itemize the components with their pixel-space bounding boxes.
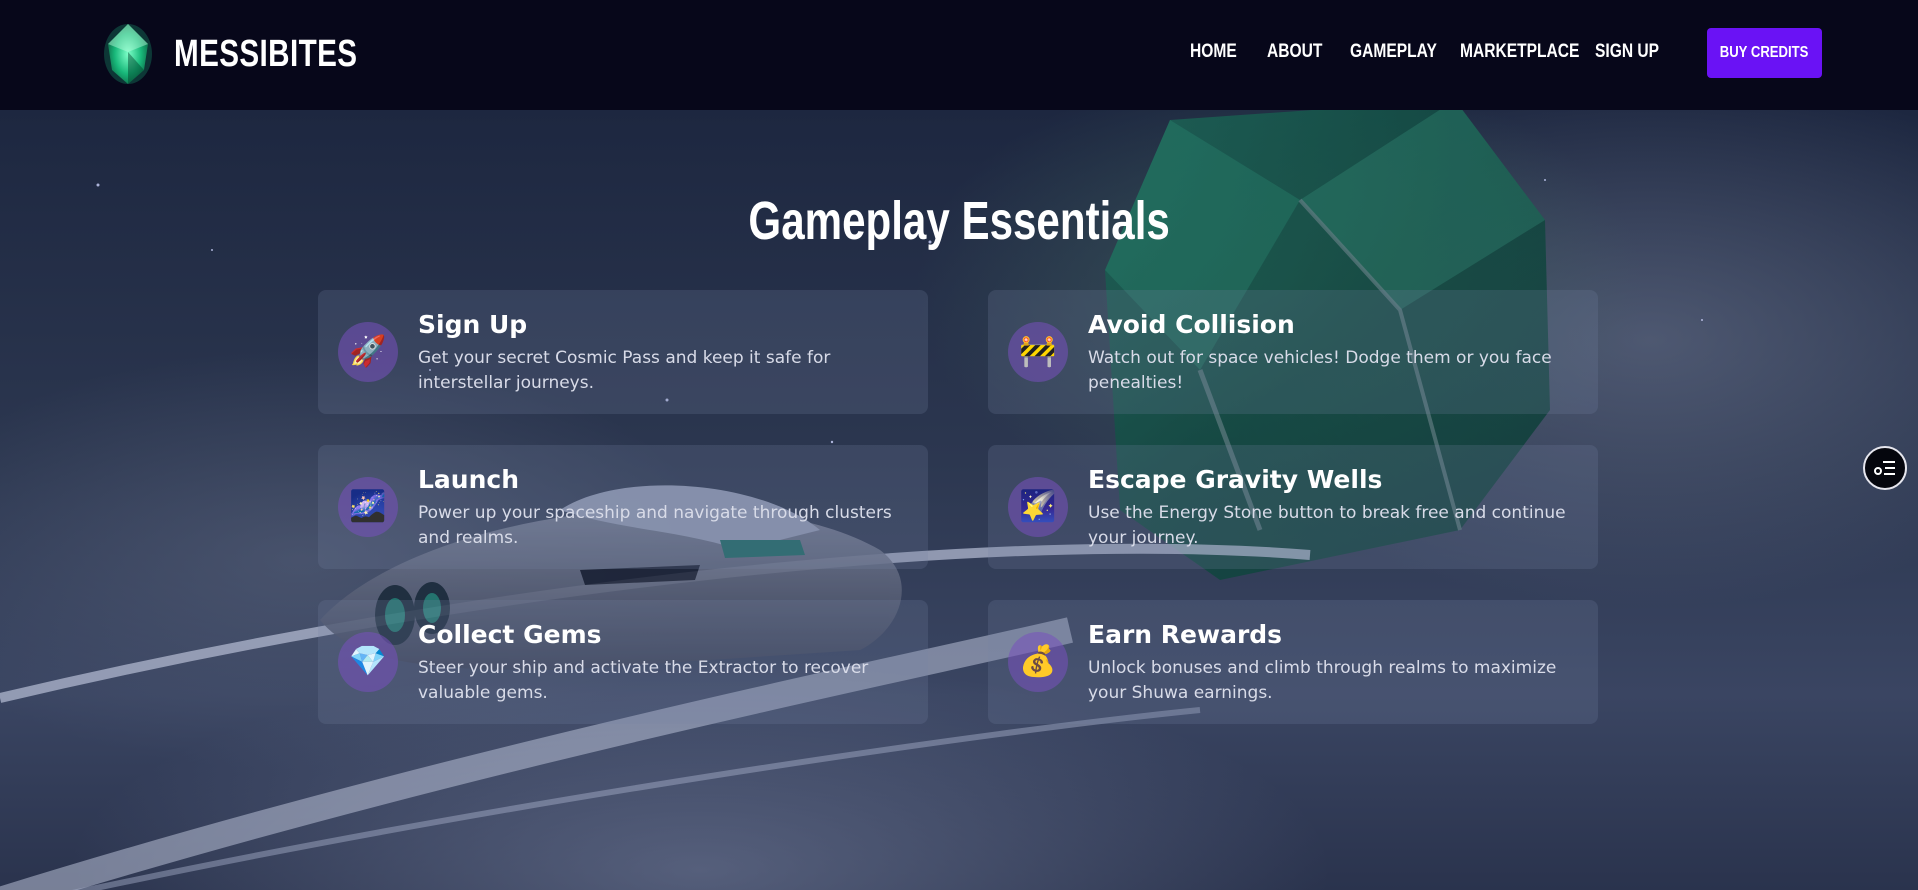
buy-credits-button[interactable]: BUY CREDITS <box>1707 28 1822 78</box>
shooting-star-icon: 🌠 <box>1008 477 1068 537</box>
card-escape-gravity-wells: 🌠 Escape Gravity Wells Use the Energy St… <box>988 445 1598 569</box>
card-title: Collect Gems <box>418 620 602 649</box>
card-sign-up: 🚀 Sign Up Get your secret Cosmic Pass an… <box>318 290 928 414</box>
card-description: Watch out for space vehicles! Dodge them… <box>1088 348 1552 393</box>
milky-way-icon: 🌌 <box>338 477 398 537</box>
card-title: Sign Up <box>418 310 528 339</box>
brand-home-link[interactable]: MESSIBITES <box>104 22 409 86</box>
nav-about[interactable]: ABOUT <box>1267 41 1322 63</box>
gameplay-section: Gameplay Essentials 🚀 Sign Up Get your s… <box>0 110 1918 890</box>
brand-name: MESSIBITES <box>174 32 358 75</box>
nav-marketplace[interactable]: MARKETPLACE <box>1460 41 1579 63</box>
floating-menu-button[interactable] <box>1863 446 1907 490</box>
emerald-gem-icon <box>104 24 152 84</box>
card-title: Launch <box>418 465 520 494</box>
top-navbar: MESSIBITES HOME ABOUT GAMEPLAY MARKETPLA… <box>0 0 1918 110</box>
settings-list-icon <box>1874 461 1895 475</box>
card-description: Get your secret Cosmic Pass and keep it … <box>418 348 831 393</box>
construction-barrier-icon: 🚧 <box>1008 322 1068 382</box>
card-description: Unlock bonuses and climb through realms … <box>1088 658 1557 703</box>
nav-gameplay[interactable]: GAMEPLAY <box>1350 41 1437 63</box>
card-description: Use the Energy Stone button to break fre… <box>1088 503 1566 548</box>
money-bag-icon: 💰 <box>1008 632 1068 692</box>
card-description: Power up your spaceship and navigate thr… <box>418 503 892 548</box>
rocket-icon: 🚀 <box>338 322 398 382</box>
card-title: Avoid Collision <box>1088 310 1295 339</box>
card-description: Steer your ship and activate the Extract… <box>418 658 869 703</box>
nav-home[interactable]: HOME <box>1190 41 1237 63</box>
gem-stone-icon: 💎 <box>338 632 398 692</box>
buy-credits-label: BUY CREDITS <box>1720 44 1809 61</box>
card-earn-rewards: 💰 Earn Rewards Unlock bonuses and climb … <box>988 600 1598 724</box>
card-avoid-collision: 🚧 Avoid Collision Watch out for space ve… <box>988 290 1598 414</box>
card-title: Earn Rewards <box>1088 620 1283 649</box>
card-collect-gems: 💎 Collect Gems Steer your ship and activ… <box>318 600 928 724</box>
nav-sign-up[interactable]: SIGN UP <box>1595 41 1659 63</box>
section-title: Gameplay Essentials <box>748 191 1170 251</box>
card-title: Escape Gravity Wells <box>1088 465 1383 494</box>
card-launch: 🌌 Launch Power up your spaceship and nav… <box>318 445 928 569</box>
